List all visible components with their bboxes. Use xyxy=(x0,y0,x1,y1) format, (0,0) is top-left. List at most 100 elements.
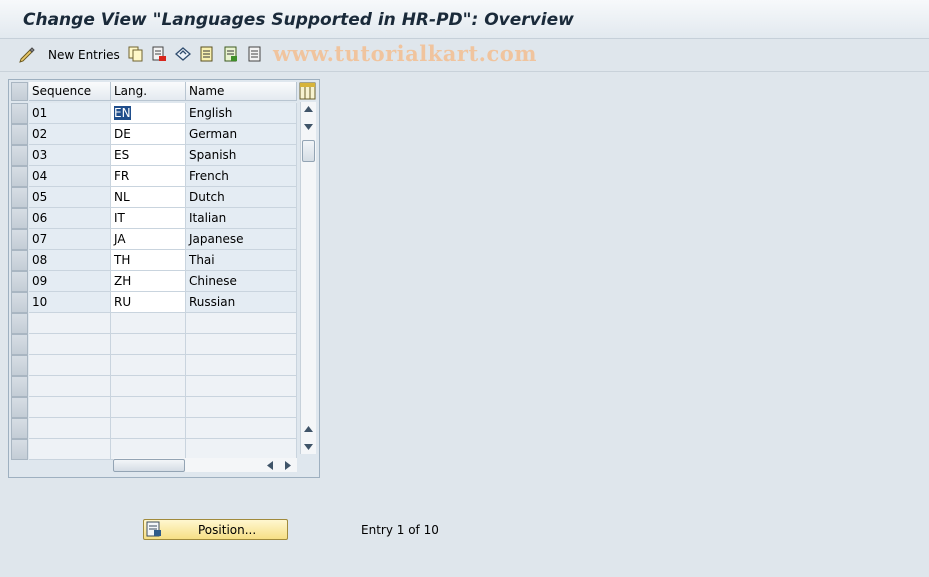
row-selector[interactable] xyxy=(11,292,28,313)
row-selector[interactable] xyxy=(11,166,28,187)
table-settings-icon[interactable] xyxy=(299,82,316,100)
scroll-right-icon[interactable] xyxy=(285,461,291,470)
undo-icon[interactable] xyxy=(174,45,192,63)
empty-cell xyxy=(29,397,111,418)
cell-name: Russian xyxy=(186,292,297,313)
empty-cell xyxy=(29,355,111,376)
empty-cell xyxy=(186,355,297,376)
cell-name: Japanese xyxy=(186,229,297,250)
scroll-page-up-icon[interactable] xyxy=(304,426,313,432)
delete-icon[interactable] xyxy=(150,45,168,63)
horizontal-scroll-thumb[interactable] xyxy=(113,459,185,472)
row-selector[interactable] xyxy=(11,229,28,250)
cell-sequence: 03 xyxy=(29,145,111,166)
row-selector[interactable] xyxy=(11,124,28,145)
cell-name: Thai xyxy=(186,250,297,271)
cell-sequence: 04 xyxy=(29,166,111,187)
languages-table: Sequence Lang. Name 01 EN English 02 DE Germa… xyxy=(8,79,320,478)
input-lang[interactable]: IT xyxy=(111,208,186,229)
scroll-page-down-icon[interactable] xyxy=(304,444,313,450)
position-icon xyxy=(146,521,161,537)
row-selector[interactable] xyxy=(11,376,28,397)
empty-cell xyxy=(29,439,111,460)
cell-name: French xyxy=(186,166,297,187)
empty-cell xyxy=(186,313,297,334)
deselect-all-icon[interactable] xyxy=(246,45,264,63)
select-all-rows-header[interactable] xyxy=(11,82,28,101)
input-lang[interactable]: NL xyxy=(111,187,186,208)
cell-sequence: 01 xyxy=(29,103,111,124)
empty-cell xyxy=(186,376,297,397)
empty-cell xyxy=(29,418,111,439)
empty-cell xyxy=(186,418,297,439)
input-lang[interactable]: RU xyxy=(111,292,186,313)
vertical-scroll-thumb[interactable] xyxy=(302,140,315,162)
empty-cell xyxy=(111,439,186,460)
cell-sequence: 09 xyxy=(29,271,111,292)
cell-name: Italian xyxy=(186,208,297,229)
cell-sequence: 05 xyxy=(29,187,111,208)
input-lang[interactable]: DE xyxy=(111,124,186,145)
row-selector[interactable] xyxy=(11,439,28,460)
empty-cell xyxy=(186,334,297,355)
column-header-lang[interactable]: Lang. xyxy=(111,82,186,101)
row-selector[interactable] xyxy=(11,271,28,292)
copy-icon[interactable] xyxy=(126,45,144,63)
cell-sequence: 02 xyxy=(29,124,111,145)
input-lang[interactable]: JA xyxy=(111,229,186,250)
empty-cell xyxy=(111,376,186,397)
empty-cell xyxy=(111,355,186,376)
input-lang[interactable]: EN xyxy=(111,103,186,124)
row-selector[interactable] xyxy=(11,187,28,208)
entry-counter: Entry 1 of 10 xyxy=(361,523,439,537)
cell-name: Spanish xyxy=(186,145,297,166)
new-entries-button[interactable]: New Entries xyxy=(48,48,120,62)
select-all-icon[interactable] xyxy=(198,45,216,63)
horizontal-scrollbar[interactable] xyxy=(113,458,297,472)
empty-cell xyxy=(111,418,186,439)
cell-name: English xyxy=(186,103,297,124)
empty-cell xyxy=(29,376,111,397)
vertical-scrollbar[interactable] xyxy=(300,102,316,454)
cell-name: Dutch xyxy=(186,187,297,208)
input-lang-selected-text: EN xyxy=(114,106,131,120)
scroll-down-icon[interactable] xyxy=(304,124,313,130)
application-toolbar: New Entries www.tutorialkart.com xyxy=(0,39,929,72)
row-selector[interactable] xyxy=(11,103,28,124)
row-selector[interactable] xyxy=(11,397,28,418)
input-lang[interactable]: ZH xyxy=(111,271,186,292)
input-lang[interactable]: FR xyxy=(111,166,186,187)
cell-sequence: 07 xyxy=(29,229,111,250)
cell-sequence: 10 xyxy=(29,292,111,313)
row-selector[interactable] xyxy=(11,418,28,439)
cell-sequence: 08 xyxy=(29,250,111,271)
row-selector[interactable] xyxy=(11,334,28,355)
row-selector[interactable] xyxy=(11,250,28,271)
empty-cell xyxy=(29,313,111,334)
empty-cell xyxy=(186,439,297,460)
cell-sequence: 06 xyxy=(29,208,111,229)
row-selector[interactable] xyxy=(11,208,28,229)
empty-cell xyxy=(29,334,111,355)
select-block-icon[interactable] xyxy=(222,45,240,63)
column-header-name[interactable]: Name xyxy=(186,82,297,101)
input-lang[interactable]: ES xyxy=(111,145,186,166)
row-selector[interactable] xyxy=(11,313,28,334)
scroll-up-icon[interactable] xyxy=(304,106,313,112)
title-bar: Change View "Languages Supported in HR-P… xyxy=(0,0,929,39)
empty-cell xyxy=(111,334,186,355)
watermark: www.tutorialkart.com xyxy=(273,41,537,66)
row-selector[interactable] xyxy=(11,145,28,166)
scroll-left-icon[interactable] xyxy=(267,461,273,470)
empty-cell xyxy=(111,313,186,334)
row-selector[interactable] xyxy=(11,355,28,376)
window-title: Change View "Languages Supported in HR-P… xyxy=(23,10,574,30)
empty-cell xyxy=(111,397,186,418)
column-header-sequence[interactable]: Sequence xyxy=(29,82,111,101)
input-lang[interactable]: TH xyxy=(111,250,186,271)
position-button[interactable]: Position... xyxy=(143,519,288,540)
cell-name: German xyxy=(186,124,297,145)
cell-name: Chinese xyxy=(186,271,297,292)
edit-pencil-icon[interactable] xyxy=(18,45,36,63)
position-button-label: Position... xyxy=(198,523,257,537)
